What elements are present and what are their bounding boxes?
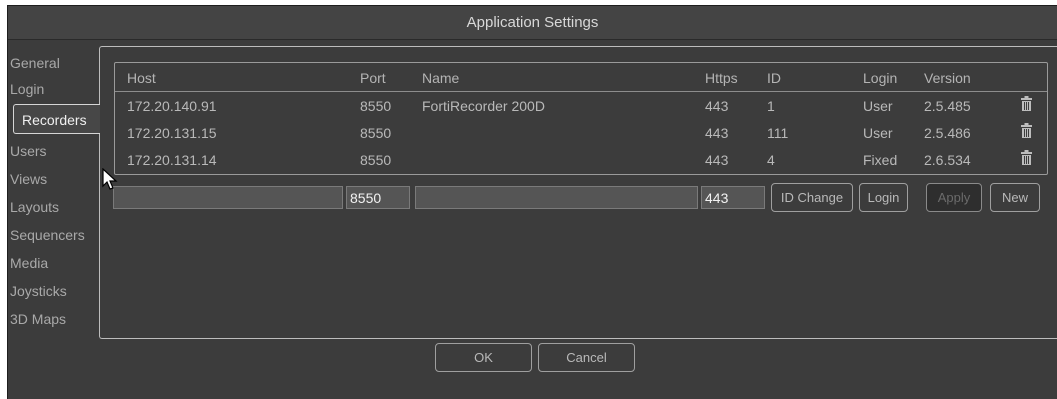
- cell-port: 8550: [360, 152, 392, 168]
- cell-host: 172.20.131.14: [127, 152, 217, 168]
- id-change-button[interactable]: ID Change: [771, 183, 853, 212]
- port-input[interactable]: [346, 186, 410, 209]
- cell-version: 2.5.486: [924, 125, 971, 141]
- cell-https: 443: [705, 152, 729, 168]
- column-header-login[interactable]: Login: [863, 70, 897, 86]
- table-header: Host Port Name Https ID Login Version: [115, 63, 1047, 92]
- table-row[interactable]: 172.20.131.15 8550 443 111 User 2.5.486: [115, 120, 1047, 147]
- cell-id: 4: [767, 152, 775, 168]
- tab-recorders[interactable]: Recorders: [13, 104, 100, 134]
- tab-3d-maps[interactable]: 3D Maps: [8, 306, 96, 333]
- trash-icon[interactable]: [1021, 150, 1032, 165]
- cancel-button[interactable]: Cancel: [538, 343, 635, 372]
- cell-id: 1: [767, 98, 775, 114]
- recorders-table: Host Port Name Https ID Login Version 17…: [114, 62, 1048, 175]
- cell-https: 443: [705, 98, 729, 114]
- cell-version: 2.5.485: [924, 98, 971, 114]
- tab-login[interactable]: Login: [8, 76, 96, 103]
- cell-port: 8550: [360, 98, 392, 114]
- column-header-https[interactable]: Https: [705, 70, 738, 86]
- tab-layouts[interactable]: Layouts: [8, 194, 96, 221]
- cell-version: 2.6.534: [924, 152, 971, 168]
- cell-login: User: [863, 98, 893, 114]
- https-input[interactable]: [701, 186, 765, 209]
- cell-https: 443: [705, 125, 729, 141]
- login-button[interactable]: Login: [859, 183, 908, 212]
- table-row[interactable]: 172.20.131.14 8550 443 4 Fixed 2.6.534: [115, 147, 1047, 174]
- trash-icon[interactable]: [1021, 96, 1032, 111]
- host-input[interactable]: [113, 186, 343, 209]
- tab-views[interactable]: Views: [8, 166, 96, 193]
- new-button[interactable]: New: [990, 183, 1040, 212]
- column-header-name[interactable]: Name: [422, 70, 459, 86]
- ok-button[interactable]: OK: [435, 343, 532, 372]
- mouse-cursor-icon: [102, 168, 118, 190]
- column-header-port[interactable]: Port: [360, 70, 386, 86]
- tab-users[interactable]: Users: [8, 138, 96, 165]
- tab-media[interactable]: Media: [8, 250, 96, 277]
- name-input[interactable]: [415, 186, 698, 209]
- tab-sequencers[interactable]: Sequencers: [8, 222, 96, 249]
- cell-port: 8550: [360, 125, 392, 141]
- tab-general[interactable]: General: [8, 50, 96, 77]
- table-row[interactable]: 172.20.140.91 8550 FortiRecorder 200D 44…: [115, 93, 1047, 120]
- tab-joysticks[interactable]: Joysticks: [8, 278, 96, 305]
- column-header-host[interactable]: Host: [127, 70, 156, 86]
- cell-name: FortiRecorder 200D: [422, 98, 545, 114]
- apply-button[interactable]: Apply: [926, 183, 982, 212]
- cell-id: 111: [767, 125, 789, 141]
- cell-login: Fixed: [863, 152, 898, 168]
- settings-dialog: Application Settings General Login Recor…: [7, 5, 1057, 399]
- cell-host: 172.20.131.15: [127, 125, 217, 141]
- cell-login: User: [863, 125, 893, 141]
- column-header-id[interactable]: ID: [767, 70, 781, 86]
- trash-icon[interactable]: [1021, 123, 1032, 138]
- dialog-title: Application Settings: [8, 6, 1057, 40]
- cell-host: 172.20.140.91: [127, 98, 217, 114]
- column-header-version[interactable]: Version: [924, 70, 971, 86]
